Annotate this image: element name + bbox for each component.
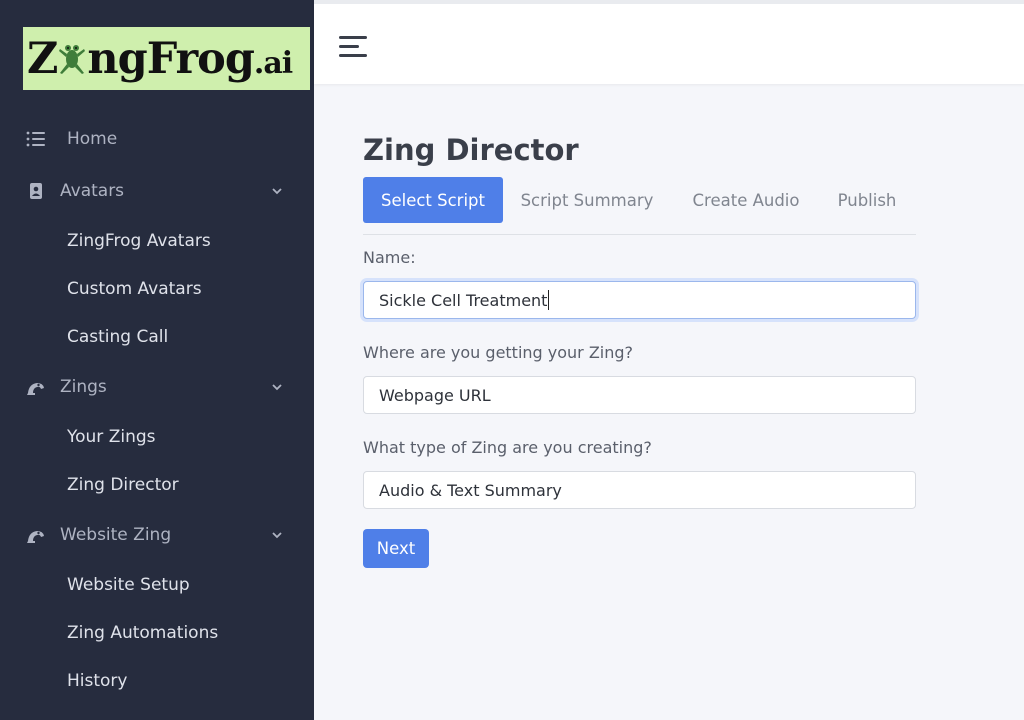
type-select[interactable]: Audio & Text Summary xyxy=(363,471,916,509)
sidebar-item-website-zing[interactable]: Website Zing xyxy=(0,515,314,555)
tab-publish[interactable]: Publish xyxy=(829,177,905,223)
sidebar-item-history[interactable]: History xyxy=(67,666,127,696)
type-label: What type of Zing are you creating? xyxy=(363,438,652,457)
list-icon xyxy=(26,131,45,147)
frog-icon xyxy=(27,383,44,395)
type-select-value: Audio & Text Summary xyxy=(379,480,562,500)
sidebar-item-custom-avatars[interactable]: Custom Avatars xyxy=(67,274,202,304)
sidebar-item-label: Home xyxy=(67,129,118,149)
source-select-value: Webpage URL xyxy=(379,385,491,405)
contact-card-icon xyxy=(30,183,42,199)
next-button[interactable]: Next xyxy=(363,529,429,568)
frog-logo-icon xyxy=(59,44,86,74)
hamburger-menu-icon[interactable] xyxy=(338,34,370,60)
wizard-tabs: Select Script Script Summary Create Audi… xyxy=(363,177,916,235)
sidebar-item-zings[interactable]: Zings xyxy=(0,367,314,407)
sidebar-item-website-setup[interactable]: Website Setup xyxy=(67,570,190,600)
name-input[interactable]: Sickle Cell Treatment xyxy=(363,281,916,319)
tab-select-script[interactable]: Select Script xyxy=(363,177,503,223)
name-label: Name: xyxy=(363,248,416,267)
chevron-down-icon[interactable] xyxy=(270,184,284,198)
sidebar-item-casting-call[interactable]: Casting Call xyxy=(67,322,168,352)
sidebar-item-zingfrog-avatars[interactable]: ZingFrog Avatars xyxy=(67,226,211,256)
sidebar-item-home[interactable]: Home xyxy=(0,119,314,159)
text-caret xyxy=(548,290,550,310)
source-select[interactable]: Webpage URL xyxy=(363,376,916,414)
page-title: Zing Director xyxy=(363,133,579,167)
zingfrog-logo[interactable]: ZngFrog.ai xyxy=(23,27,310,90)
sidebar: ZngFrog.ai Home Avatars ZingFrog Avatars… xyxy=(0,0,314,720)
sidebar-item-zing-director[interactable]: Zing Director xyxy=(67,470,179,500)
tab-create-audio[interactable]: Create Audio xyxy=(681,177,811,223)
frog-icon xyxy=(27,531,44,543)
sidebar-item-label: Avatars xyxy=(60,181,125,201)
name-input-value: Sickle Cell Treatment xyxy=(379,290,548,310)
sidebar-item-avatars[interactable]: Avatars xyxy=(0,171,314,211)
source-label: Where are you getting your Zing? xyxy=(363,343,634,362)
top-bar xyxy=(314,0,1024,84)
chevron-down-icon[interactable] xyxy=(270,380,284,394)
sidebar-item-label: Website Zing xyxy=(60,525,172,545)
sidebar-item-zing-automations[interactable]: Zing Automations xyxy=(67,618,218,648)
chevron-down-icon[interactable] xyxy=(270,528,284,542)
tab-script-summary[interactable]: Script Summary xyxy=(513,177,661,223)
sidebar-item-label: Zings xyxy=(60,377,107,397)
logo-text: ZngFrog.ai xyxy=(27,33,293,84)
sidebar-item-your-zings[interactable]: Your Zings xyxy=(67,422,156,452)
